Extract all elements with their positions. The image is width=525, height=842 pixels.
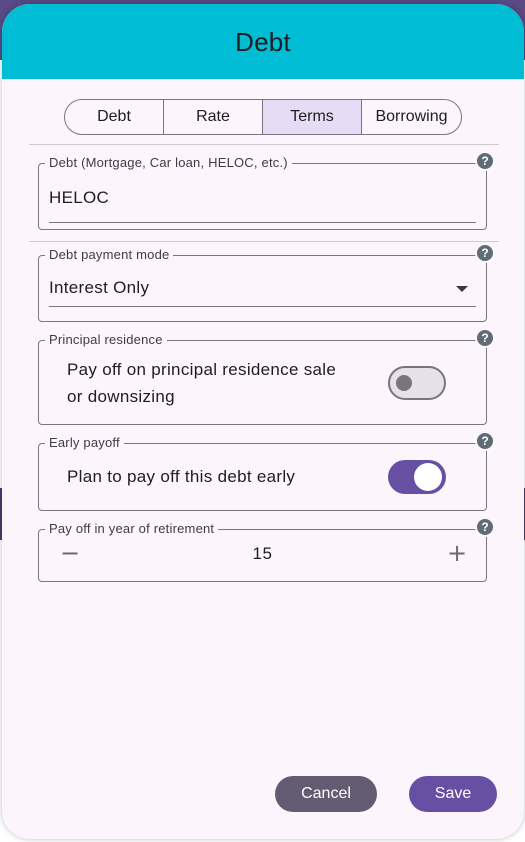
cancel-button[interactable]: Cancel bbox=[275, 776, 377, 812]
help-icon[interactable]: ? bbox=[475, 151, 495, 171]
debt-name-legend: Debt (Mortgage, Car loan, HELOC, etc.) bbox=[45, 155, 292, 171]
payoff-year-stepper: Pay off in year of retirement ? − 15 + bbox=[38, 517, 495, 582]
principal-residence-legend: Principal residence bbox=[45, 332, 167, 348]
tab-rate[interactable]: Rate bbox=[164, 100, 263, 134]
save-button[interactable]: Save bbox=[409, 776, 497, 812]
tab-debt[interactable]: Debt bbox=[65, 100, 164, 134]
payment-mode-value[interactable]: Interest Only bbox=[49, 278, 149, 298]
debt-dialog: Debt Debt Rate Terms Borrowing Debt (Mor… bbox=[2, 4, 524, 839]
help-icon[interactable]: ? bbox=[475, 517, 495, 537]
dialog-header: Debt bbox=[2, 4, 524, 79]
early-payoff-group: Early payoff ? Plan to pay off this debt… bbox=[38, 431, 495, 511]
toggle-knob bbox=[414, 463, 442, 491]
debt-name-field[interactable]: Debt (Mortgage, Car loan, HELOC, etc.) ?… bbox=[38, 151, 495, 230]
help-icon[interactable]: ? bbox=[475, 431, 495, 451]
early-payoff-toggle[interactable] bbox=[388, 460, 446, 494]
debt-name-underline bbox=[49, 222, 476, 223]
payment-mode-underline bbox=[49, 306, 476, 307]
toggle-knob bbox=[396, 375, 412, 391]
principal-residence-toggle[interactable] bbox=[388, 366, 446, 400]
payment-mode-legend: Debt payment mode bbox=[45, 247, 174, 263]
section-tabs: Debt Rate Terms Borrowing bbox=[64, 99, 462, 135]
principal-residence-label-line2: or downsizing bbox=[67, 387, 175, 406]
tab-terms[interactable]: Terms bbox=[263, 100, 362, 134]
divider bbox=[29, 241, 499, 242]
payoff-year-legend: Pay off in year of retirement bbox=[45, 521, 219, 537]
early-payoff-label: Plan to pay off this debt early bbox=[67, 467, 296, 486]
principal-residence-label-line1: Pay off on principal residence sale bbox=[67, 360, 337, 379]
payoff-year-value[interactable]: 15 bbox=[39, 544, 486, 564]
tab-borrowing[interactable]: Borrowing bbox=[362, 100, 461, 134]
early-payoff-legend: Early payoff bbox=[45, 435, 124, 451]
dialog-title: Debt bbox=[235, 27, 291, 57]
dropdown-arrow-icon[interactable] bbox=[456, 286, 468, 292]
help-icon[interactable]: ? bbox=[475, 243, 495, 263]
help-icon[interactable]: ? bbox=[475, 328, 495, 348]
principal-residence-group: Principal residence ? Pay off on princip… bbox=[38, 328, 495, 425]
divider bbox=[29, 144, 499, 145]
payment-mode-dropdown[interactable]: Debt payment mode ? Interest Only bbox=[38, 243, 495, 322]
debt-name-value[interactable]: HELOC bbox=[49, 188, 109, 208]
increment-icon[interactable]: + bbox=[444, 540, 470, 566]
